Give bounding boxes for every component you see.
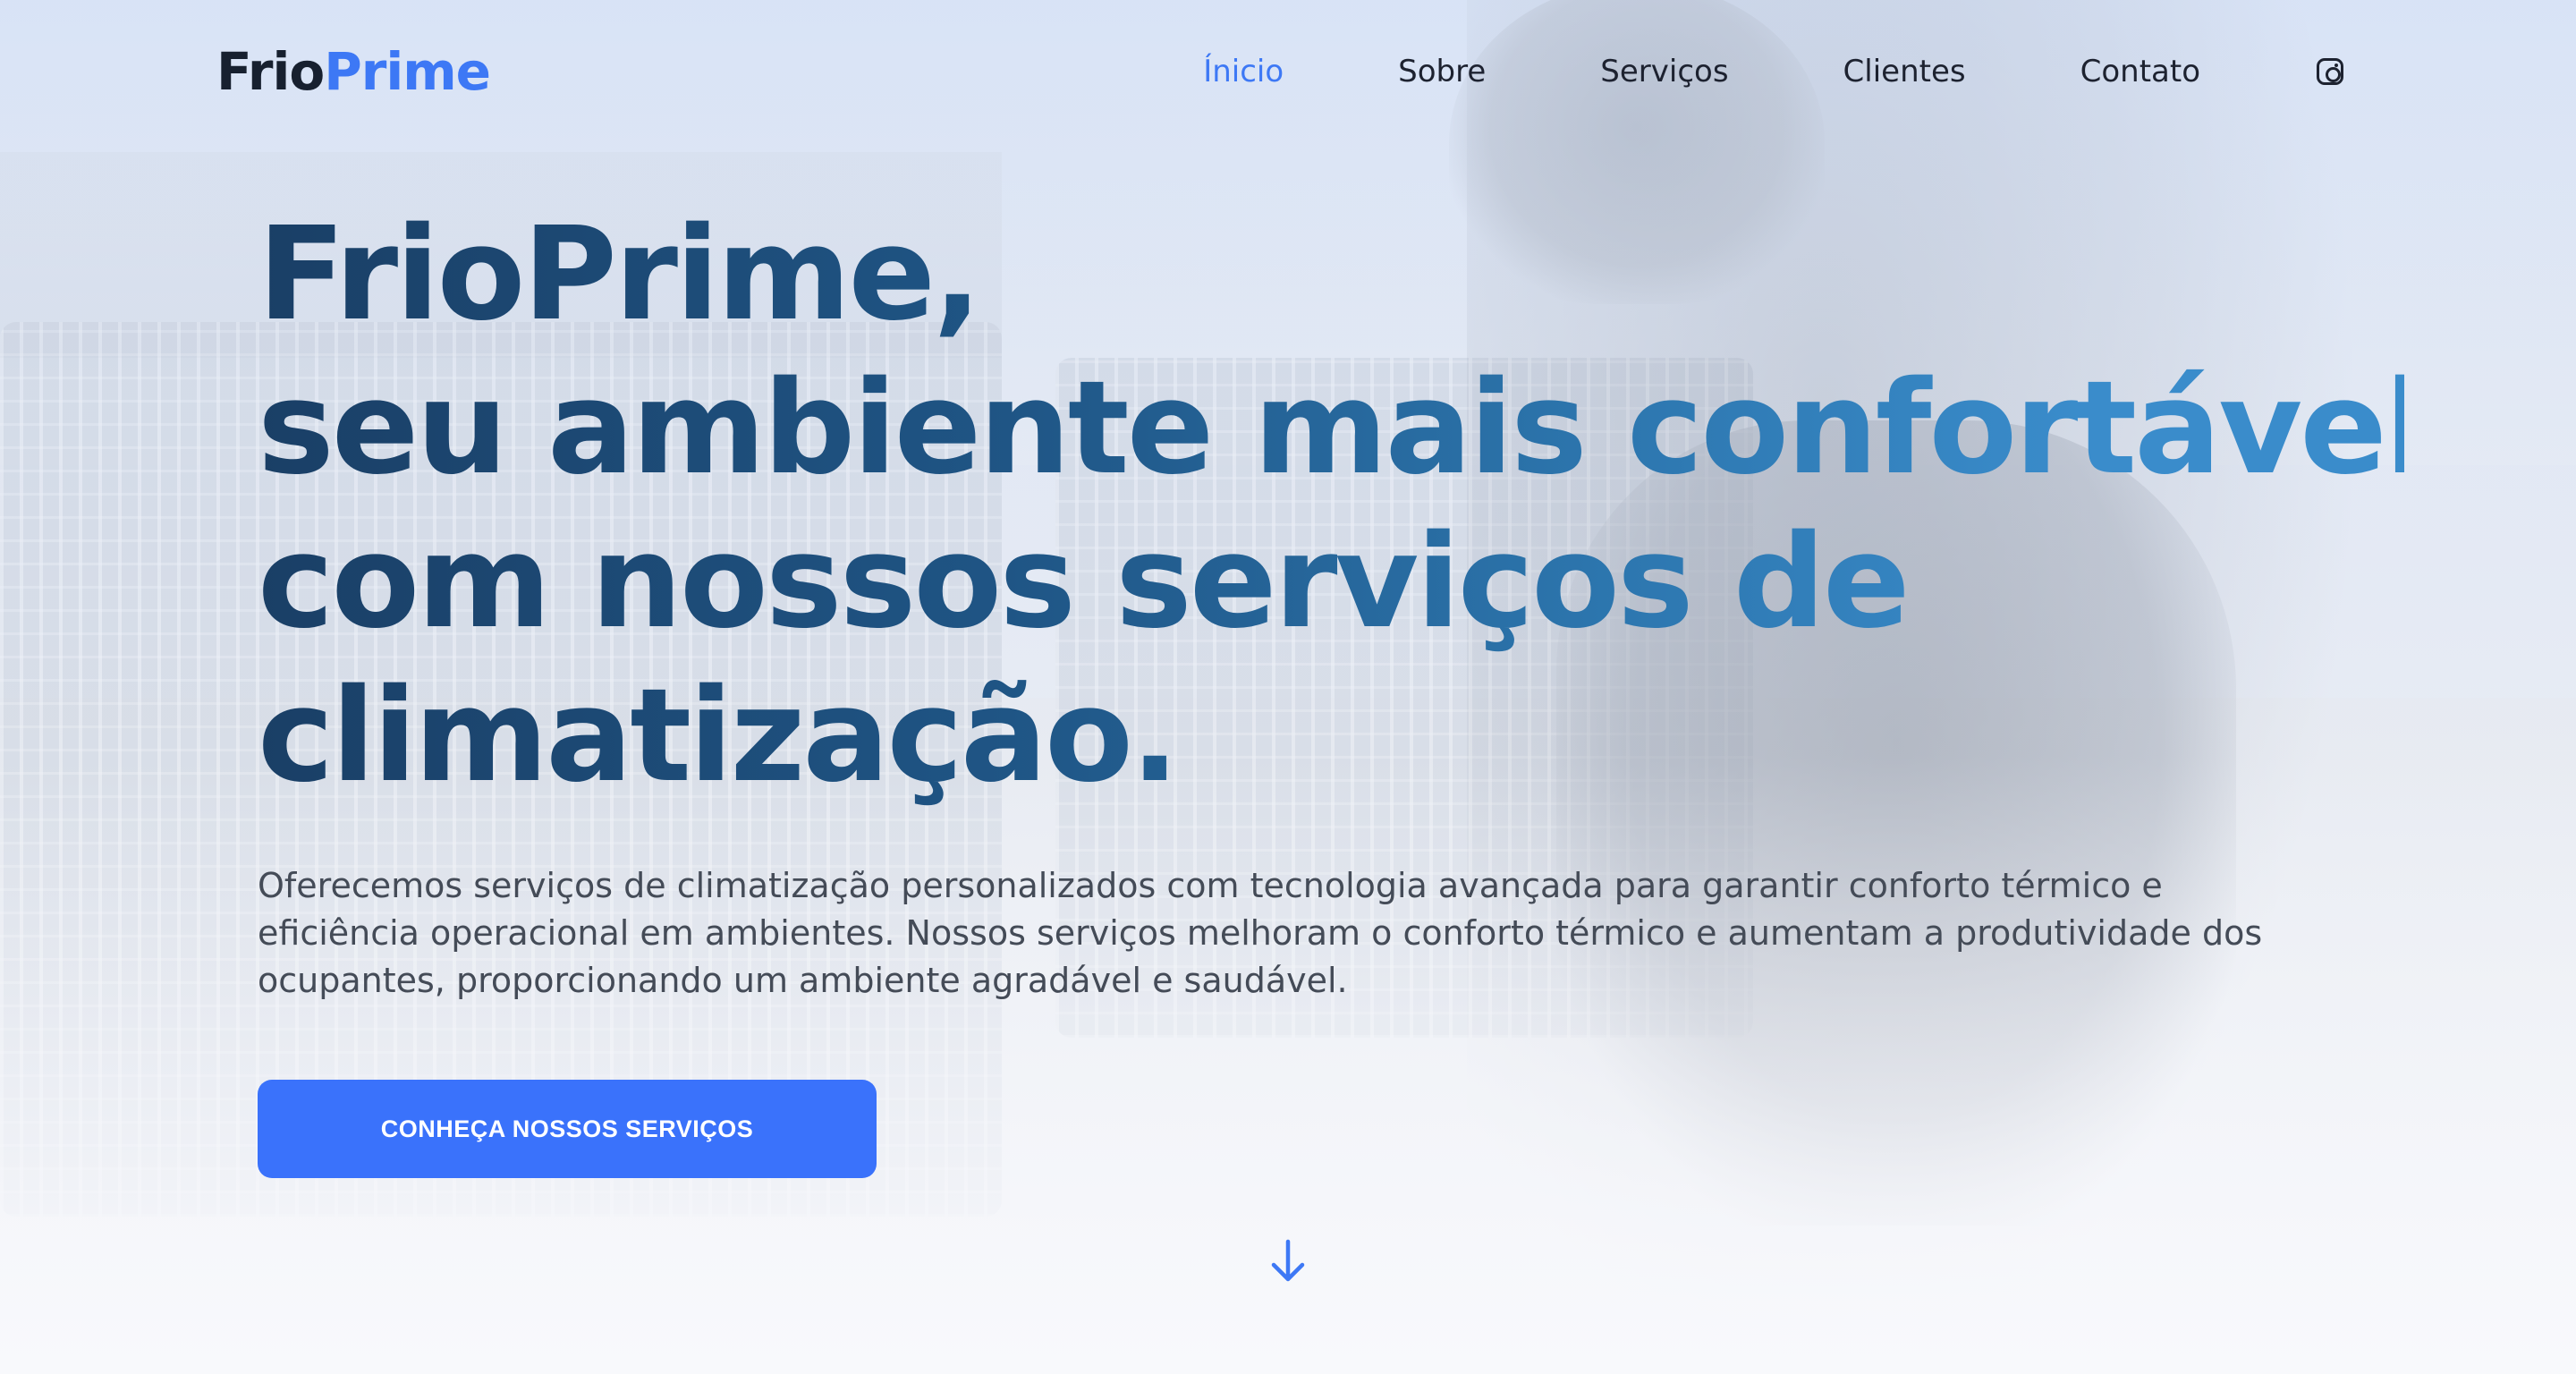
brand-logo-part2: Prime [324,41,491,102]
main-menu: Ínicio Sobre Serviços Clientes Contato [1089,54,2343,89]
hero-headline-line: climatização. [258,660,1177,810]
top-navigation: FrioPrime Ínicio Sobre Serviços Clientes… [0,0,2576,143]
nav-item-contato[interactable]: Contato [2080,54,2200,89]
explore-services-button[interactable]: CONHEÇA NOSSOS SERVIÇOS [258,1080,877,1178]
arrow-down-icon[interactable] [1268,1236,1308,1286]
landing-page: FrioPrime Ínicio Sobre Serviços Clientes… [0,0,2576,1374]
hero-description: Oferecemos serviços de climatização pers… [258,866,2263,1000]
hero-headline-line: seu ambiente mais confortável [258,352,2427,503]
hero-headline-line: FrioPrime, [258,199,979,349]
nav-item-servicos[interactable]: Serviços [1600,54,1728,89]
hero-headline: FrioPrime, seu ambiente mais confortável… [258,197,2404,812]
brand-logo-part1: Frio [216,41,325,102]
brand-logo[interactable]: FrioPrime [216,41,491,102]
nav-item-clientes[interactable]: Clientes [1843,54,1966,89]
nav-item-sobre[interactable]: Sobre [1398,54,1486,89]
hero-headline-line: com nossos serviços de [258,506,1908,657]
nav-item-inicio[interactable]: Ínicio [1203,54,1284,89]
instagram-icon[interactable] [2317,58,2343,85]
hero-section: FrioPrime, seu ambiente mais confortável… [258,197,2404,1178]
